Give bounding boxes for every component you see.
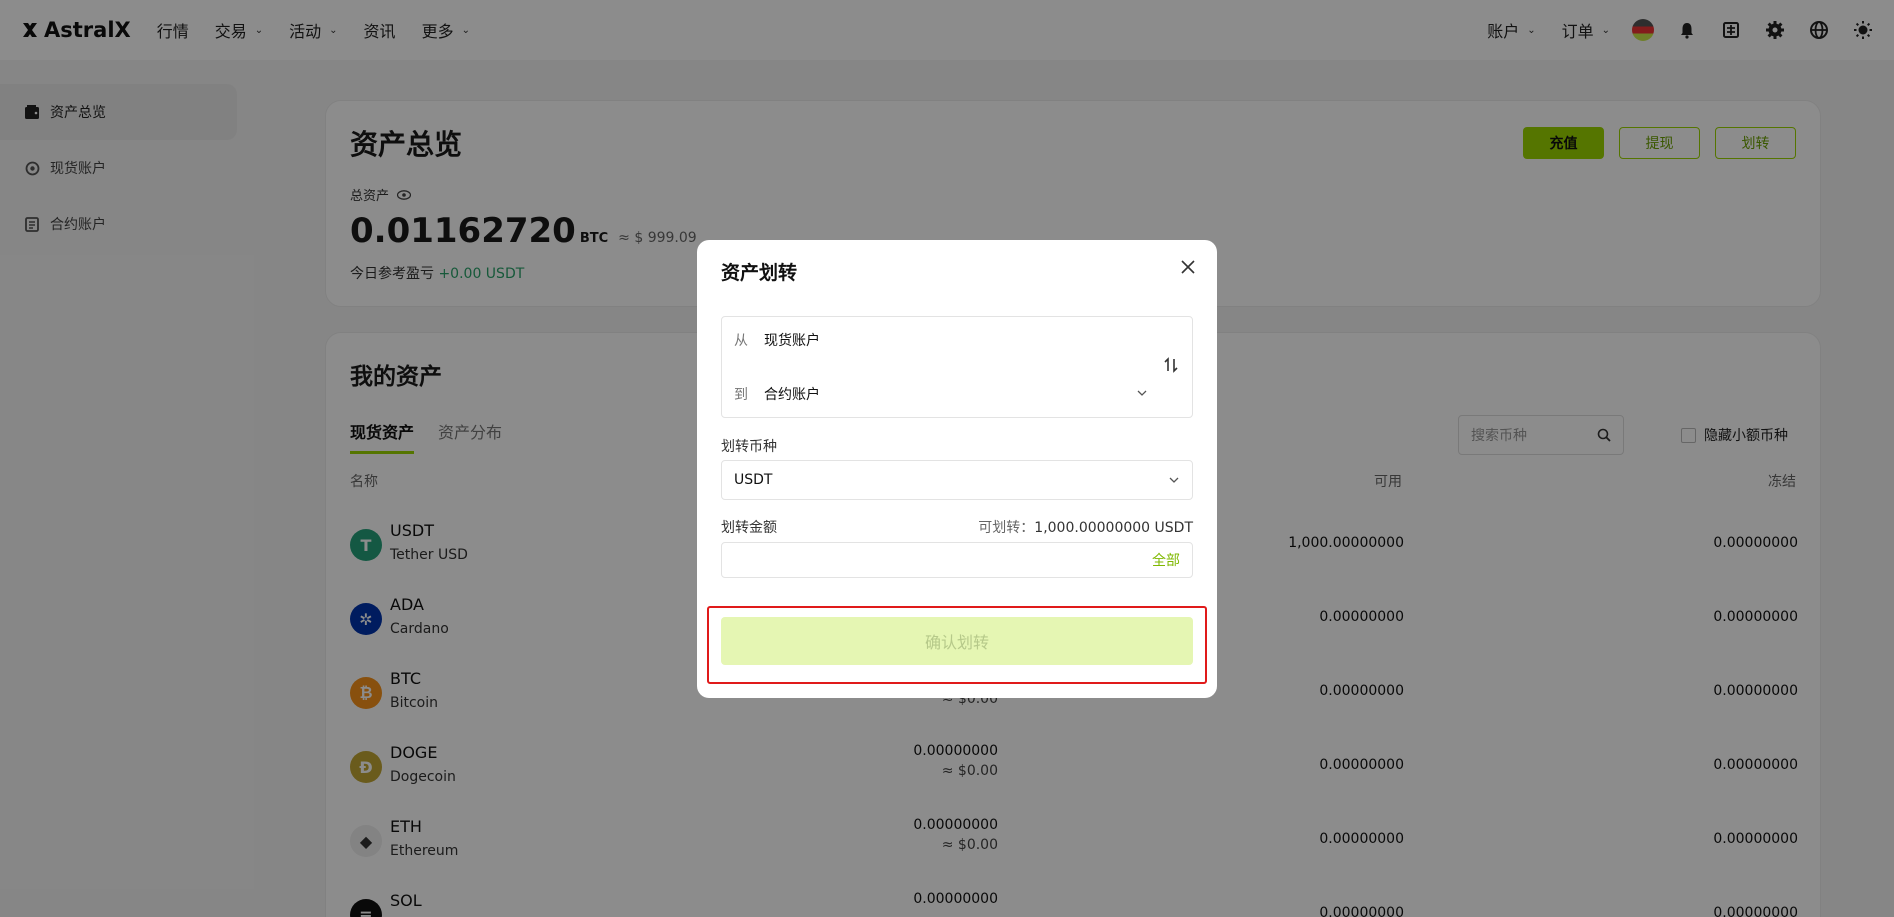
amount-input[interactable]: 全部 — [721, 542, 1193, 578]
confirm-transfer-button[interactable]: 确认划转 — [721, 617, 1193, 665]
to-label: 到 — [734, 387, 748, 403]
account-selector: 从 现货账户 到 合约账户 — [721, 316, 1193, 418]
all-button[interactable]: 全部 — [1152, 550, 1180, 570]
to-value: 合约账户 — [764, 387, 820, 403]
from-account[interactable]: 从 现货账户 — [734, 330, 820, 350]
amount-label: 划转金额 — [721, 520, 777, 536]
close-icon[interactable] — [1179, 258, 1197, 276]
swap-icon[interactable] — [1164, 357, 1178, 373]
transfer-modal: 资产划转 从 现货账户 到 合约账户 划转币种 USDT 划转金额 可划转：1,… — [697, 240, 1217, 698]
available-key: 可划转： — [978, 520, 1035, 536]
available-transfer: 可划转：1,000.00000000 USDT — [978, 517, 1193, 537]
from-value: 现货账户 — [764, 333, 820, 349]
chevron-down-icon — [1169, 477, 1179, 483]
available-amount: 1,000.00000000 USDT — [1034, 520, 1193, 536]
to-account[interactable]: 到 合约账户 — [734, 384, 820, 404]
coin-label: 划转币种 — [721, 439, 777, 455]
coin-select[interactable]: USDT — [721, 460, 1193, 500]
coin-select-value: USDT — [734, 472, 773, 488]
chevron-down-icon[interactable] — [1136, 387, 1148, 399]
from-label: 从 — [734, 333, 748, 349]
modal-title: 资产划转 — [721, 262, 798, 284]
